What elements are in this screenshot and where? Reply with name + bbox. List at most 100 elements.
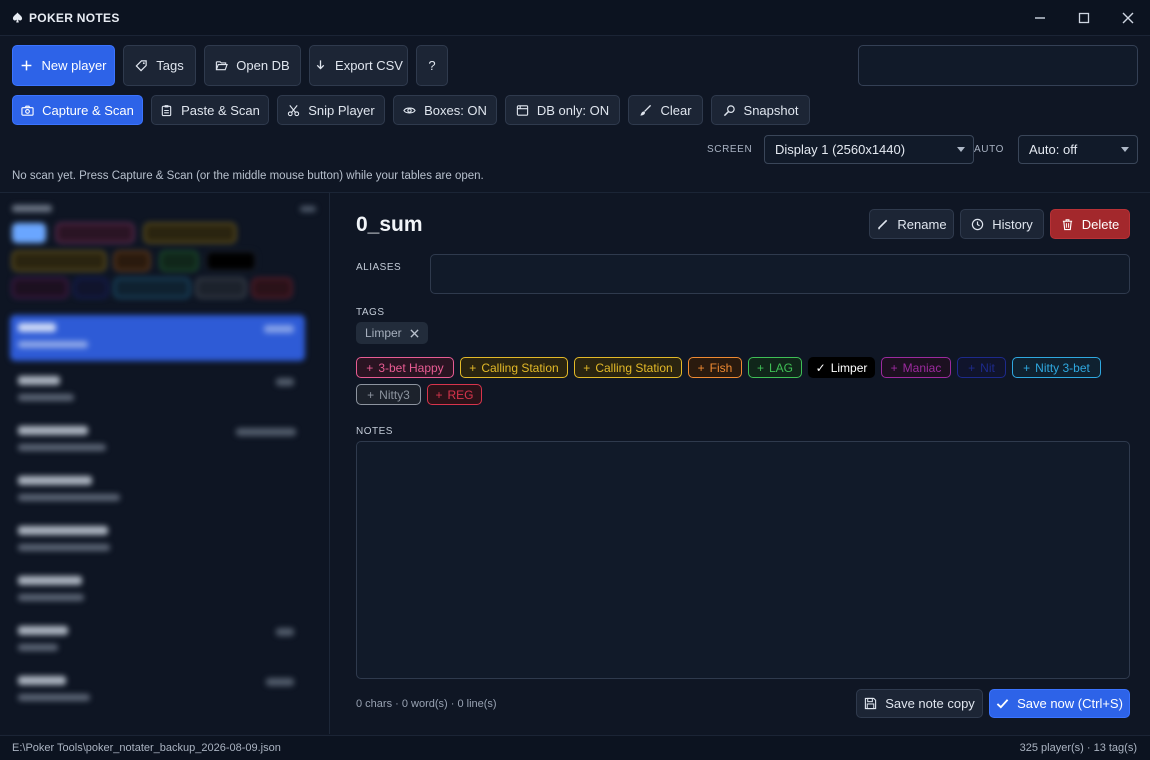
rename-label: Rename <box>897 216 947 232</box>
remove-tag-icon[interactable] <box>410 328 419 338</box>
pencil-icon <box>878 219 888 229</box>
history-label: History <box>992 216 1033 232</box>
tag-option-limper[interactable]: ✓ Limper <box>808 357 875 378</box>
plus-icon: + <box>890 360 898 375</box>
checkmark-icon: ✓ <box>815 360 826 375</box>
help-label: ? <box>428 58 436 73</box>
help-button[interactable]: ? <box>416 45 448 86</box>
tag-option-label: Nitty3 <box>379 387 410 402</box>
download-icon <box>316 60 325 70</box>
save-now-button[interactable]: Save now (Ctrl+S) <box>989 689 1130 718</box>
aliases-input[interactable] <box>430 254 1130 294</box>
aliases-label: ALIASES <box>356 262 402 273</box>
camera-scan-icon <box>21 105 34 116</box>
capture-scan-button[interactable]: Capture & Scan <box>12 95 143 125</box>
plus-icon: + <box>583 360 591 375</box>
eye-icon <box>403 107 416 113</box>
chevron-down-icon <box>1121 147 1129 152</box>
history-button[interactable]: History <box>960 209 1044 239</box>
delete-button[interactable]: Delete <box>1050 209 1130 239</box>
note-counts: 0 chars · 0 word(s) · 0 line(s) <box>356 698 497 710</box>
minimize-icon <box>1035 16 1045 19</box>
paste-scan-label: Paste & Scan <box>181 102 260 118</box>
tag-option-label: Limper <box>830 360 868 375</box>
plus-icon: + <box>697 360 705 375</box>
export-csv-label: Export CSV <box>335 58 403 73</box>
plus-icon: + <box>435 387 443 402</box>
tag-option-calling-station[interactable]: + Calling Station <box>460 357 568 378</box>
snip-player-button[interactable]: Snip Player <box>277 95 385 125</box>
tag-option-label: Calling Station <box>481 360 559 375</box>
close-icon <box>1122 12 1134 23</box>
capture-scan-label: Capture & Scan <box>42 102 134 118</box>
brush-icon <box>640 104 652 116</box>
floppy-disk-icon <box>865 697 877 710</box>
tag-option-nit[interactable]: + Nit <box>957 357 1006 378</box>
boxes-toggle-label: Boxes: ON <box>424 102 487 118</box>
plus-icon: + <box>1023 360 1031 375</box>
tag-option-fish[interactable]: + Fish <box>688 357 742 378</box>
folder-open-icon <box>216 61 229 71</box>
new-player-label: New player <box>41 58 107 73</box>
checkmark-icon <box>996 699 1009 709</box>
boxes-toggle-button[interactable]: Boxes: ON <box>393 95 497 125</box>
tag-option-reg[interactable]: + REG <box>427 384 482 405</box>
notes-textarea[interactable] <box>356 441 1130 679</box>
spade-icon <box>12 12 23 23</box>
export-csv-button[interactable]: Export CSV <box>309 45 408 86</box>
tags-button[interactable]: Tags <box>123 45 196 86</box>
tag-option-label: 3-bet Happy <box>378 360 444 375</box>
screen-select[interactable]: Display 1 (2560x1440) <box>764 135 974 164</box>
clear-button[interactable]: Clear <box>628 95 703 125</box>
assigned-tag-label: Limper <box>365 326 402 340</box>
tag-option-3-bet-happy[interactable]: +3-bet Happy <box>356 357 454 378</box>
snip-player-label: Snip Player <box>308 102 375 118</box>
blurred-sidebar-content <box>0 193 329 734</box>
rename-button[interactable]: Rename <box>869 209 954 239</box>
tag-option-maniac[interactable]: + Maniac <box>881 357 951 378</box>
tag-option-label: Nitty 3-bet <box>1035 360 1090 375</box>
db-file-path: E:\Poker Tools\poker_notater_backup_2026… <box>12 742 281 754</box>
tag-option-nitty3[interactable]: + Nitty3 <box>356 384 421 405</box>
plus-icon: + <box>469 360 477 375</box>
title-bar: POKER NOTES <box>0 0 1150 36</box>
new-player-button[interactable]: New player <box>12 45 115 86</box>
snapshot-label: Snapshot <box>743 102 799 118</box>
tags-label: Tags <box>156 58 184 73</box>
db-summary: 325 player(s) · 13 tag(s) <box>1019 742 1137 754</box>
tags-section-label: TAGS <box>356 307 385 318</box>
tag-option-label: REG <box>447 387 474 402</box>
clock-icon <box>972 218 984 230</box>
player-list-sidebar[interactable] <box>0 193 330 734</box>
tag-option-lag[interactable]: + LAG <box>748 357 802 378</box>
tag-option-nitty-3-bet[interactable]: + Nitty 3-bet <box>1012 357 1101 378</box>
tag-icon <box>135 60 148 72</box>
tag-option-calling-station[interactable]: + Calling Station <box>574 357 682 378</box>
close-button[interactable] <box>1106 0 1150 36</box>
app-title: POKER NOTES <box>0 11 120 25</box>
snapshot-icon <box>723 104 735 116</box>
database-icon <box>516 104 529 116</box>
plus-icon: + <box>968 360 976 375</box>
minimize-button[interactable] <box>1018 0 1062 36</box>
delete-label: Delete <box>1081 216 1120 232</box>
open-db-button[interactable]: Open DB <box>204 45 301 86</box>
clear-label: Clear <box>660 102 692 118</box>
auto-label: AUTO <box>974 144 1004 155</box>
save-note-copy-button[interactable]: Save note copy <box>856 689 983 718</box>
plus-icon: + <box>366 360 374 375</box>
notes-label: NOTES <box>356 426 393 437</box>
maximize-button[interactable] <box>1062 0 1106 36</box>
tag-option-label: LAG <box>769 360 794 375</box>
snapshot-button[interactable]: Snapshot <box>711 95 810 125</box>
maximize-icon <box>1078 12 1090 23</box>
auto-select[interactable]: Auto: off <box>1018 135 1138 164</box>
screen-select-value: Display 1 (2560x1440) <box>775 142 906 157</box>
chevron-down-icon <box>957 147 965 152</box>
save-note-copy-label: Save note copy <box>885 696 975 711</box>
db-only-toggle-button[interactable]: DB only: ON <box>505 95 620 125</box>
tag-option-label: Calling Station <box>595 360 673 375</box>
scan-status-text: No scan yet. Press Capture & Scan (or th… <box>12 170 484 182</box>
search-input[interactable] <box>858 45 1138 86</box>
paste-scan-button[interactable]: Paste & Scan <box>151 95 269 125</box>
